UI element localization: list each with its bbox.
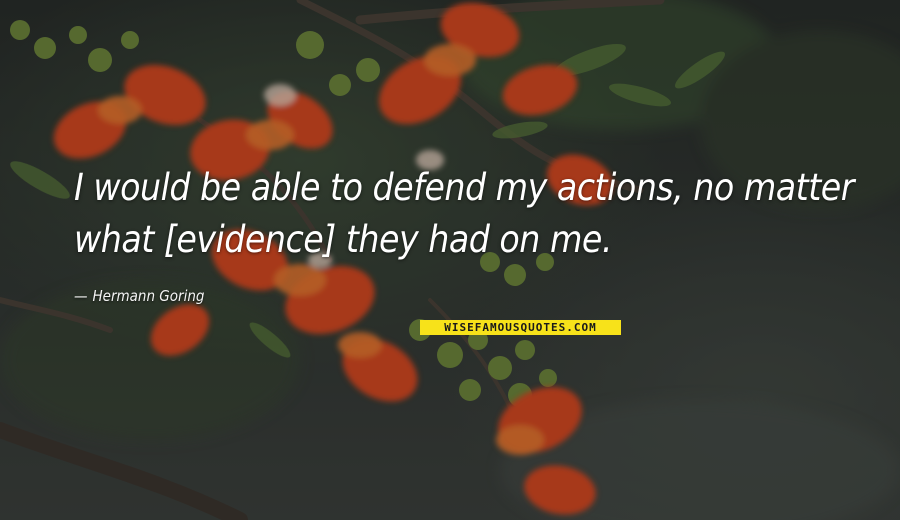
author-dash: —: [74, 287, 88, 305]
watermark-badge: WISEFAMOUSQUOTES.COM: [420, 320, 621, 335]
quote-text: I would be able to defend my actions, no…: [74, 166, 854, 261]
quote-author: — Hermann Goring: [74, 287, 204, 305]
author-name: Hermann Goring: [92, 287, 205, 305]
quote-image: I would be able to defend my actions, no…: [0, 0, 900, 520]
